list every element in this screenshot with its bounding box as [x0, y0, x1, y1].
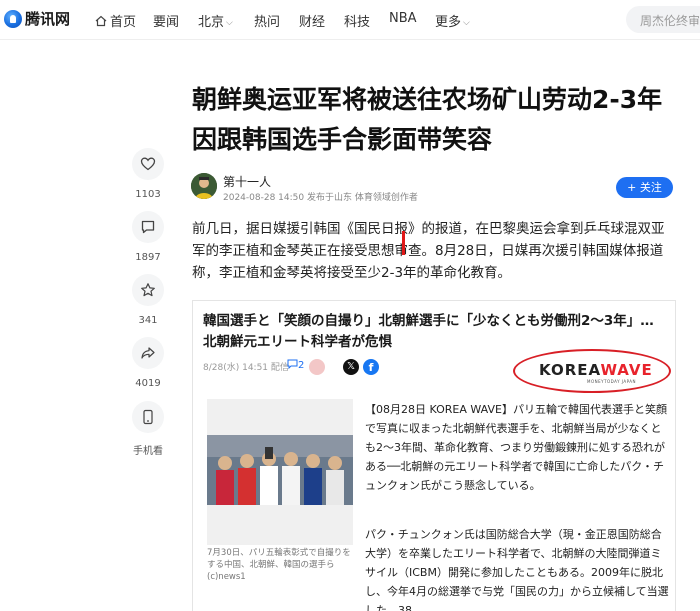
mobile-view-label: 手机看 — [133, 446, 163, 457]
share-action[interactable]: 4019 — [128, 337, 168, 389]
search-input[interactable]: 周杰伦终审 — [626, 6, 700, 33]
korea-wave-logo: KOREAWAVE MONEYTODAY JAPAN — [513, 349, 671, 393]
chevron-down-icon: ⌵ — [463, 18, 470, 28]
nav-item-keji[interactable]: 科技 — [344, 11, 370, 30]
embed-comment-number: 2 — [298, 360, 305, 371]
like-action[interactable]: 1103 — [128, 148, 168, 200]
embed-title: 韓国選手と「笑顔の自撮り」北朝鮮選手に「少なくとも労働刑2〜3年」… 北朝鮮元エ… — [203, 311, 663, 353]
top-nav: 腾讯网 首页 要闻 北京 ⌵ 热问 财经 科技 NBA 更多 ⌵ 周杰伦终审 — [0, 0, 700, 40]
mobile-view-action[interactable]: 手机看 — [128, 401, 168, 457]
comment-count: 1897 — [135, 252, 161, 263]
like-button[interactable] — [132, 148, 164, 180]
photo-caption: 7月30日、パリ五輪表彰式で自撮りをする中国、北朝鮮、韓国の選手ら(c)news… — [207, 548, 351, 582]
embedded-news-screenshot: 韓国選手と「笑顔の自撮り」北朝鮮選手に「少なくとも労働刑2〜3年」… 北朝鮮元エ… — [192, 300, 676, 611]
article-title-line: 因跟韩国选手合影面带笑容 — [192, 125, 493, 154]
comment-icon — [141, 220, 155, 234]
nav-item-label: 更多 — [435, 15, 462, 30]
korea-wave-logo-sub: MONEYTODAY JAPAN — [587, 379, 637, 384]
logo-korea: KOREA — [539, 361, 601, 379]
facebook-icon[interactable]: f — [363, 359, 379, 375]
embed-title-line: 韓国選手と「笑顔の自撮り」北朝鮮選手に「少なくとも労働刑2〜3年」… — [203, 313, 654, 329]
like-count: 1103 — [135, 189, 161, 200]
nav-item-label: 北京 — [198, 15, 225, 30]
embed-comment-count: 2 — [287, 359, 304, 371]
nav-home[interactable]: 首页 — [95, 11, 136, 30]
nav-home-label: 首页 — [110, 15, 137, 30]
nav-item-nba[interactable]: NBA — [389, 11, 417, 26]
mobile-view-button[interactable] — [132, 401, 164, 433]
embed-body-paragraph: パク・チュンクォン氏は国防総合大学（現・金正恩国防総合大学）を卒業したエリート科… — [365, 528, 669, 611]
korea-wave-logo-text: KOREAWAVE — [539, 361, 653, 379]
star-icon — [141, 283, 155, 297]
nav-item-yaowen[interactable]: 要闻 — [153, 11, 179, 30]
chevron-down-icon: ⌵ — [226, 18, 233, 28]
article-paragraph: 前几日，据日媒援引韩国《国民日报》的报道，在巴黎奥运会拿到乒乓球混双亚军的李正植… — [192, 221, 665, 281]
nav-item-beijing[interactable]: 北京 ⌵ — [198, 11, 233, 30]
logo-wave: WAVE — [600, 361, 653, 379]
site-logo[interactable]: 腾讯网 — [4, 8, 70, 29]
home-icon — [95, 15, 107, 27]
nav-item-rewen[interactable]: 热问 — [254, 11, 280, 30]
share-count: 4019 — [135, 378, 161, 389]
article-title: 朝鲜奥运亚军将被送往农场矿山劳动2-3年 因跟韩国选手合影面带笑容 — [192, 80, 692, 160]
share-button[interactable] — [132, 337, 164, 369]
author-avatar[interactable] — [191, 173, 217, 199]
comment-action[interactable]: 1897 — [128, 211, 168, 263]
comment-button[interactable] — [132, 211, 164, 243]
news-photo — [207, 399, 353, 545]
phone-icon — [143, 409, 153, 425]
site-logo-text: 腾讯网 — [25, 10, 71, 28]
favorite-button[interactable] — [132, 274, 164, 306]
nav-item-more[interactable]: 更多 ⌵ — [435, 11, 470, 30]
embed-meta: 8/28(水) 14:51 配信 — [203, 363, 289, 373]
heart-icon — [140, 157, 156, 171]
favorite-count: 341 — [138, 315, 158, 326]
author-meta: 2024-08-28 14:50 发布于山东 体育领域创作者 — [223, 193, 418, 203]
tencent-logo-icon — [4, 9, 22, 28]
favorite-action[interactable]: 341 — [128, 274, 168, 326]
follow-button[interactable]: + 关注 — [616, 177, 673, 198]
comment-icon — [287, 359, 298, 370]
article-title-line: 朝鲜奥运亚军将被送往农场矿山劳动2-3年 — [192, 85, 663, 114]
reaction-icon — [309, 359, 325, 375]
red-annotation-mark — [402, 231, 405, 255]
avatar-image — [191, 173, 217, 199]
author-name[interactable]: 第十一人 — [223, 173, 271, 190]
share-icon — [141, 347, 155, 359]
podium-photo-image — [207, 399, 353, 545]
embed-body-paragraph: 【08月28日 KOREA WAVE】パリ五輪で韓国代表選手と笑顔で写真に収まっ… — [365, 403, 667, 492]
x-icon[interactable]: 𝕏 — [343, 359, 359, 375]
nav-item-caijing[interactable]: 财经 — [299, 11, 325, 30]
